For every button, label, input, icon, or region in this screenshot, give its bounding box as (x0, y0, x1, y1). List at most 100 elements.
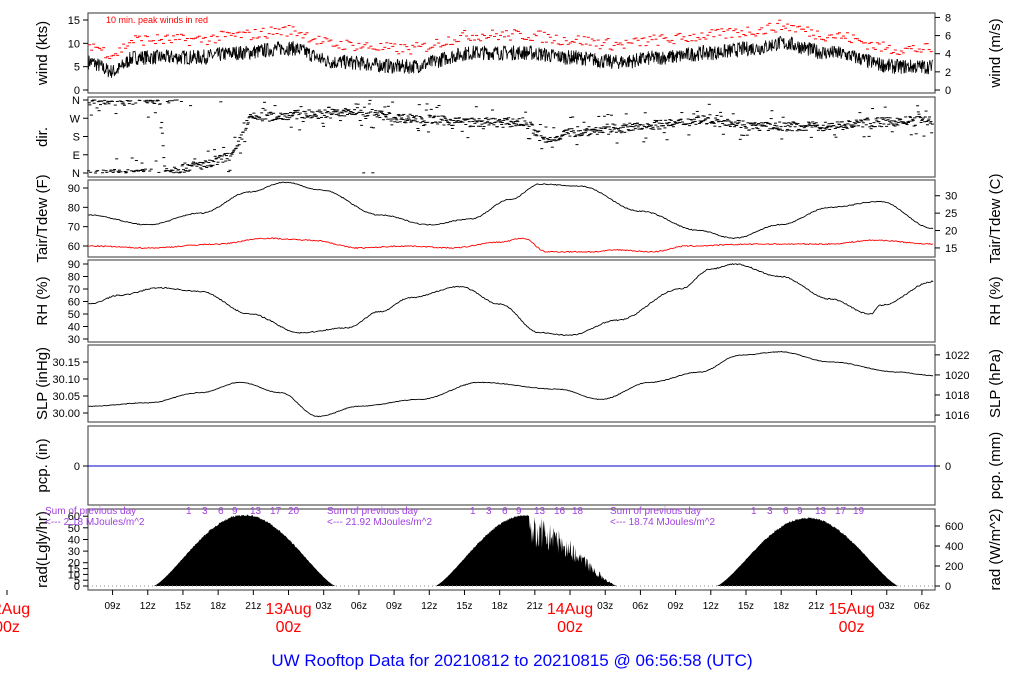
hour-marker-label: 13 (534, 506, 546, 517)
daily-sum-note-line2: <--- 21.92 MJoules/m^2 (327, 517, 432, 528)
hour-marker-label: 17 (270, 506, 282, 517)
slp-ylabel: SLP (inHg) (34, 347, 51, 420)
hour-marker-label: 6 (502, 506, 508, 517)
time-tick-label: 18z (773, 601, 789, 612)
hour-marker-label: 1 (470, 506, 476, 517)
rad-ytick-right-label: 0 (945, 581, 951, 593)
daily-sum-note-line1: Sum of previous day (610, 506, 701, 517)
daily-sum-note-line2: <--- 18.74 MJoules/m^2 (610, 517, 715, 528)
daily-sum-note-line2: <--- 2.18 MJoules/m^2 (45, 517, 145, 528)
pcp-ytick-label: 0 (74, 461, 80, 473)
hour-marker-label: 3 (486, 506, 492, 517)
rh-ytick-label: 60 (68, 297, 80, 309)
rad-ytick-right-label: 200 (945, 561, 963, 573)
wind-ytick-right-label: 8 (945, 12, 951, 24)
air-temperature-line (88, 181, 934, 240)
daily-sum-note-line1: Sum of previous day (45, 506, 136, 517)
date-time-label: 00z (0, 619, 20, 636)
time-tick-label: 15z (738, 601, 754, 612)
time-tick-label: 06z (632, 601, 648, 612)
hour-marker-label: 20 (288, 506, 300, 517)
wind-ylabel-right: wind (m/s) (987, 18, 1004, 88)
dir-panel-frame (87, 96, 936, 178)
date-label: 14Aug (547, 601, 593, 618)
temp-ytick-label: 80 (68, 202, 80, 214)
hour-marker-label: 13 (250, 506, 262, 517)
wind-ytick-right-label: 4 (945, 49, 951, 61)
time-tick-label: 12z (421, 601, 437, 612)
temp-ytick-right-label: 15 (945, 243, 957, 255)
hour-marker-label: 19 (853, 506, 865, 517)
temp-ylabel-right: Tair/Tdew (C) (987, 173, 1004, 263)
slp-panel-frame (87, 344, 936, 423)
wind-ytick-right-label: 6 (945, 31, 951, 43)
hour-marker-label: 3 (202, 506, 208, 517)
rh-ytick-label: 50 (68, 309, 80, 321)
hour-marker-label: 13 (815, 506, 827, 517)
radiation-area-day-1 (153, 514, 336, 586)
slp-ytick-label: 30.10 (52, 374, 80, 386)
rad-ytick-label: 30 (68, 546, 80, 558)
pcp-ylabel-right: pcp. (mm) (987, 432, 1004, 500)
rh-ytick-label: 90 (68, 259, 80, 271)
time-tick-label: 09z (105, 601, 121, 612)
rh-panel-frame (87, 259, 936, 343)
dir-ylabel: dir. (34, 127, 51, 147)
dewpoint-line (88, 237, 934, 253)
date-time-label: 00z (557, 619, 583, 636)
temp-ylabel: Tair/Tdew (F) (34, 174, 51, 262)
rh-ytick-label: 80 (68, 272, 80, 284)
date-time-label: 00z (276, 619, 302, 636)
time-tick-label: 21z (527, 601, 543, 612)
temp-ytick-right-label: 30 (945, 191, 957, 203)
hour-marker-label: 6 (218, 506, 224, 517)
weather-chart: wind (kts) wind (m/s)0510150246810 min. p… (0, 12, 1004, 670)
rh-ytick-label: 30 (68, 334, 80, 346)
rh-ylabel-right: RH (%) (987, 276, 1004, 325)
time-tick-label: 06z (351, 601, 367, 612)
rad-ytick-label: 40 (68, 535, 80, 547)
dir-ytick-label: N (72, 168, 80, 180)
radiation-area-day-3 (716, 517, 899, 586)
slp-ytick-right-label: 1020 (945, 370, 969, 382)
time-tick-label: 21z (808, 601, 824, 612)
rh-ytick-label: 40 (68, 322, 80, 334)
temp-ytick-label: 70 (68, 222, 80, 234)
rad-ylabel-right: rad (W/m^2) (987, 508, 1004, 590)
dir-ytick-label: E (73, 150, 80, 162)
rh-ylabel: RH (%) (34, 276, 51, 325)
time-tick-label: 21z (245, 601, 261, 612)
slp-ytick-right-label: 1022 (945, 350, 969, 362)
date-label: 13Aug (265, 601, 311, 618)
daily-sum-note-line1: Sum of previous day (327, 506, 418, 517)
slp-ytick-label: 30.05 (52, 391, 80, 403)
slp-ytick-right-label: 1018 (945, 390, 969, 402)
temp-panel-frame (87, 179, 936, 258)
pcp-ylabel: pcp. (in) (34, 438, 51, 492)
time-tick-label: 03z (879, 601, 895, 612)
date-time-label: 00z (839, 619, 865, 636)
wind-ytick-label: 15 (68, 15, 80, 27)
time-tick-label: 06z (914, 601, 930, 612)
rad-ytick-right-label: 600 (945, 521, 963, 533)
time-tick-label: 03z (316, 601, 332, 612)
dir-ytick-label: S (73, 132, 80, 144)
date-label: 12Aug (0, 601, 30, 618)
slp-ytick-label: 30.00 (52, 408, 80, 420)
radiation-area-day-2 (435, 514, 617, 586)
rad-ytick-label: 20 (68, 558, 80, 570)
wind-ytick-right-label: 0 (945, 85, 951, 97)
time-tick-label: 12z (140, 601, 156, 612)
temp-ytick-right-label: 25 (945, 208, 957, 220)
wind-ytick-label: 10 (68, 38, 80, 50)
dir-ytick-label: W (70, 113, 81, 125)
hour-marker-label: 6 (783, 506, 789, 517)
dir-ytick-label: N (72, 95, 80, 107)
time-tick-label: 15z (175, 601, 191, 612)
time-tick-label: 18z (492, 601, 508, 612)
time-tick-label: 15z (456, 601, 472, 612)
relative-humidity-line (88, 263, 934, 336)
hour-marker-label: 16 (554, 506, 566, 517)
sea-level-pressure-line (88, 351, 934, 418)
hour-marker-label: 3 (767, 506, 773, 517)
